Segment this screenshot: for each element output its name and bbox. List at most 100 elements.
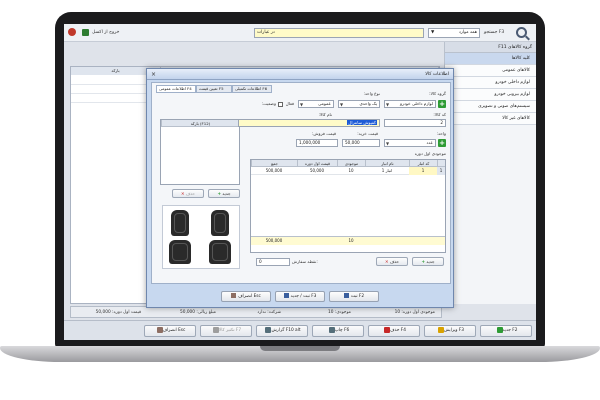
close-icon[interactable]: × xyxy=(151,69,156,80)
unit-type-select[interactable]: یک واحدی ▼ xyxy=(338,100,380,108)
dialog-cancel-button[interactable]: انصراف Esc xyxy=(221,291,271,302)
summary-opening-price: قیمت اول دوره: 50,000 xyxy=(95,310,141,315)
buy-price-field[interactable]: 50,000 xyxy=(342,139,380,147)
name-label: نام کالا: xyxy=(318,112,332,117)
product-image xyxy=(162,205,240,269)
summary-amount: مبلغ ریالی: 50,000 xyxy=(179,310,216,315)
barcode-delete-button[interactable]: ✕ حذف xyxy=(172,189,204,198)
barcode-grid-header: بارکد (F12) xyxy=(161,120,239,127)
table-row[interactable]: 500,000 50,000 10 انبار 1 1 1 xyxy=(251,167,445,175)
opening-stock-label: موجودی اول دوره xyxy=(414,151,446,156)
add-group-icon[interactable]: + xyxy=(438,100,446,108)
add-unit-icon[interactable]: + xyxy=(438,139,446,147)
search-icon[interactable] xyxy=(516,27,527,38)
save-button[interactable]: ثبت F2 xyxy=(329,291,379,302)
edit-button[interactable]: ویرایش F3 xyxy=(424,325,476,337)
stock-new-button[interactable]: + جدید xyxy=(412,257,444,266)
chevron-down-icon: ▼ xyxy=(386,102,390,107)
delete-button[interactable]: حذف F4 xyxy=(368,325,420,337)
summary-company: شرکت: ندارد xyxy=(257,310,281,315)
search-scope-value: همه موارد xyxy=(458,30,477,35)
unit-select[interactable]: عدد ▼ xyxy=(384,139,436,147)
status-checkbox[interactable] xyxy=(278,101,284,107)
chevron-down-icon: ▼ xyxy=(386,141,390,146)
header-total: جمع xyxy=(251,160,297,167)
sell-price-label: قیمت فروش: xyxy=(312,131,336,136)
sidebar-item-audio[interactable]: سیستم‌های صوتی و تصویری xyxy=(445,101,536,113)
app-screen: خروج از اکسل در عبارات همه موارد ▼ جستجو… xyxy=(64,24,536,340)
sidebar-item-nongoods[interactable]: کالاهای غیر کالا xyxy=(445,113,536,125)
stock-grid[interactable]: جمع قیمت اول دوره موجودی نام انبار کد ان… xyxy=(250,159,446,253)
save-icon xyxy=(283,293,289,298)
duplicate-button[interactable]: تکثیر کالا F7 xyxy=(200,325,252,337)
stock-delete-button[interactable]: ✕ حذف xyxy=(376,257,408,266)
header-index xyxy=(437,160,445,167)
group-select[interactable]: لوازم داخلی خودرو ▼ xyxy=(384,100,436,108)
summary-qty: موجودی: 10 xyxy=(328,310,351,315)
sidebar-item-all[interactable]: کلیه کالاها xyxy=(445,53,536,65)
new-button[interactable]: جدید F2 xyxy=(480,325,532,337)
sidebar-title: گروه کالاهای F11 xyxy=(445,42,536,53)
code-label: کد کالا: xyxy=(433,112,446,117)
stock-grid-footer: 500,000 10 xyxy=(251,236,445,245)
excel-icon xyxy=(82,29,89,36)
tab-pricing[interactable]: تعیین قیمت F5 xyxy=(196,85,232,93)
sidebar-item-general[interactable]: کالاهای عمومی xyxy=(445,65,536,77)
item-dialog: اطلاعات کالا × اطلاعات عمومی F4 تعیین قی… xyxy=(146,68,454,308)
top-toolbar: خروج از اکسل در عبارات همه موارد ▼ جستجو… xyxy=(64,24,536,42)
chevron-down-icon: ▼ xyxy=(340,102,344,107)
search-scope-select[interactable]: همه موارد ▼ xyxy=(428,28,480,38)
tab-general-info[interactable]: اطلاعات عمومی F4 xyxy=(156,85,196,93)
chevron-down-icon: ▼ xyxy=(300,102,304,107)
header-quantity: موجودی xyxy=(337,160,365,167)
floor-mat-front-left xyxy=(171,210,189,236)
dialog-title: اطلاعات کالا xyxy=(425,72,449,77)
sell-price-field[interactable]: 1,000,000 xyxy=(296,139,338,147)
search-title: جستجو F3 xyxy=(484,30,505,35)
code-field[interactable]: 2 xyxy=(384,119,446,127)
status-label: فعال وضعیت: xyxy=(261,101,294,107)
cancel-button[interactable]: انصراف Esc xyxy=(144,325,196,337)
search-text-field[interactable]: در عبارات xyxy=(254,28,424,38)
search-in-label: در عبارات xyxy=(257,30,275,35)
sidebar-item-exterior[interactable]: لوازم بیرونی خودرو xyxy=(445,89,536,101)
floor-mat-rear-right xyxy=(209,240,231,264)
app-logo-icon xyxy=(68,28,76,36)
barcode-grid[interactable]: بارکد (F12) xyxy=(160,119,240,185)
bottom-toolbar: جدید F2 ویرایش F3 حذف F4 چاپ F6 گزارش F1… xyxy=(64,320,536,340)
floor-mat-rear-left xyxy=(169,240,191,264)
header-warehouse-code: کد انبار xyxy=(409,160,437,167)
category-select[interactable]: عمومی ▼ xyxy=(298,100,334,108)
order-point-field[interactable]: 0 xyxy=(256,258,290,266)
floor-mat-front-right xyxy=(211,210,229,236)
exit-icon xyxy=(231,293,237,298)
laptop-notch xyxy=(260,346,340,351)
save-new-button[interactable]: ثبت / جدید F3 xyxy=(275,291,325,302)
summary-opening-qty: موجودی اول دوره: 10 xyxy=(394,310,435,315)
unit-label: واحد: xyxy=(436,131,446,136)
sidebar-item-interior[interactable]: لوازم داخلی خودرو xyxy=(445,77,536,89)
cell-index: 1 xyxy=(437,167,445,175)
tab-extra-info[interactable]: اطلاعات تکمیلی F6 xyxy=(232,85,272,93)
name-field[interactable]: کفپوش سانترال xyxy=(238,119,380,127)
footer-qty: 10 xyxy=(348,238,354,243)
report-button[interactable]: گزارش F10 alt xyxy=(256,325,308,337)
barcode-new-button[interactable]: + جدید xyxy=(208,189,240,198)
dialog-titlebar: اطلاعات کالا × xyxy=(147,69,453,80)
order-point-label: نقطه سفارش: xyxy=(292,259,318,264)
cell-name: انبار 1 xyxy=(381,168,393,173)
unit-type-label: نوع واحد: xyxy=(363,91,380,96)
chevron-down-icon: ▼ xyxy=(431,30,435,35)
print-button[interactable]: چاپ F6 xyxy=(312,325,364,337)
buy-price-label: قیمت خرید: xyxy=(357,131,378,136)
cell-price: 50,000 xyxy=(310,168,324,173)
cell-code: 1 xyxy=(409,167,437,175)
footer-total: 500,000 xyxy=(265,238,283,243)
cell-total: 500,000 xyxy=(265,168,283,173)
cell-qty: 10 xyxy=(348,168,354,173)
group-label: گروه کالا: xyxy=(429,91,446,96)
header-warehouse-name: نام انبار xyxy=(365,160,409,167)
category-sidebar: گروه کالاهای F11 کلیه کالاها کالاهای عمو… xyxy=(444,42,536,304)
dialog-footer: ثبت F2 ثبت / جدید F3 انصراف Esc xyxy=(151,287,451,305)
excel-exit-button[interactable]: خروج از اکسل xyxy=(92,28,119,38)
